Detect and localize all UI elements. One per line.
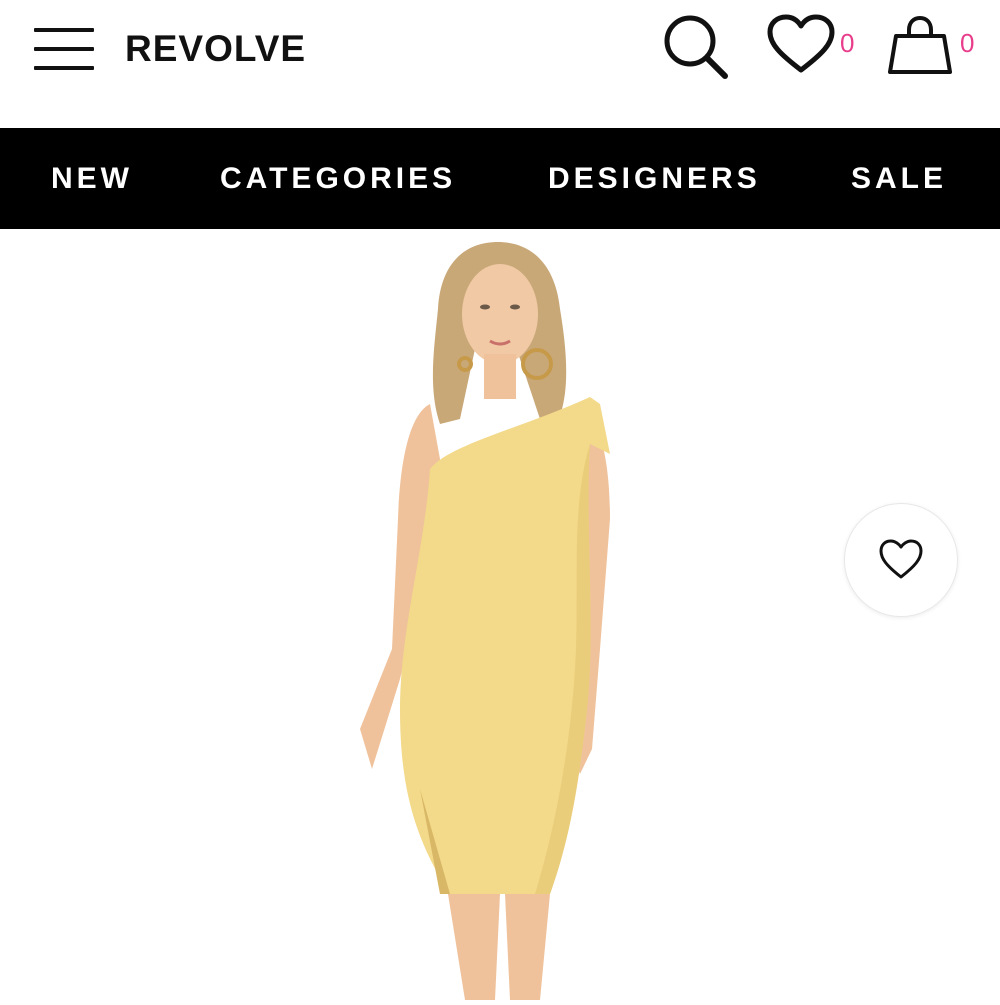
wishlist-count: 0 (840, 28, 855, 58)
product-photo[interactable] (300, 229, 700, 1000)
heart-icon (879, 539, 923, 579)
product-gallery (0, 229, 1000, 1000)
search-icon[interactable] (662, 14, 730, 80)
nav-item-designers[interactable]: DESIGNERS (548, 161, 761, 197)
nav-item-categories[interactable]: CATEGORIES (220, 161, 456, 197)
hamburger-menu-icon[interactable] (34, 28, 94, 70)
shopping-bag-icon[interactable] (886, 15, 954, 78)
site-logo[interactable]: REVOLVE (125, 27, 306, 71)
add-to-wishlist-button[interactable] (844, 503, 958, 617)
nav-item-new[interactable]: NEW (51, 161, 133, 197)
site-header: REVOLVE 0 0 (0, 0, 1000, 128)
cart-count: 0 (960, 28, 975, 58)
wishlist-heart-icon[interactable] (766, 14, 836, 76)
nav-item-sale[interactable]: SALE (851, 161, 947, 197)
main-nav: NEW CATEGORIES DESIGNERS SALE (0, 128, 1000, 229)
